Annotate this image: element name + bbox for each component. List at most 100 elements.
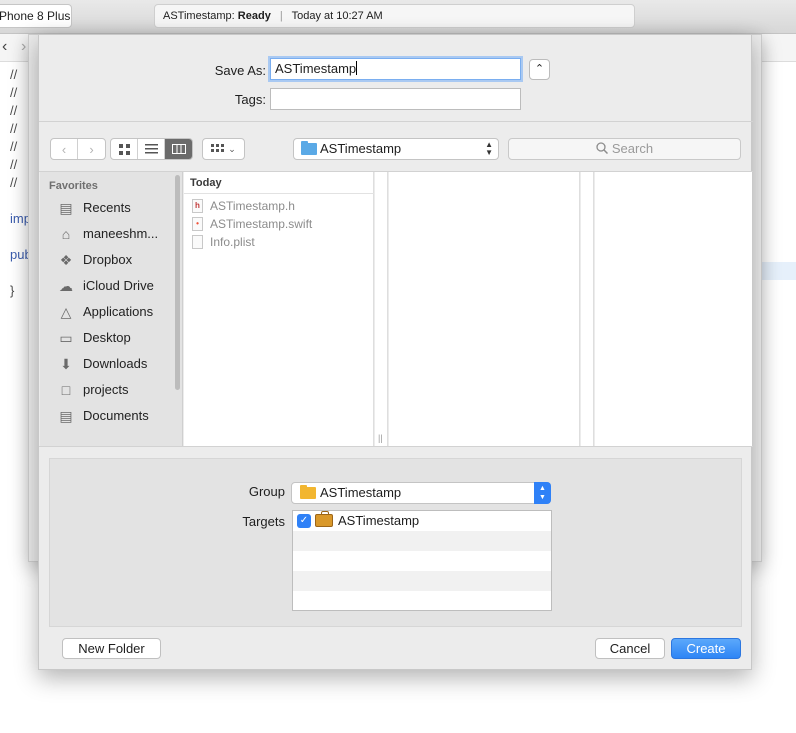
- column-view-button[interactable]: [165, 139, 192, 159]
- save-as-value: ASTimestamp: [275, 61, 357, 76]
- activity-separator: |: [279, 10, 283, 22]
- arrange-button[interactable]: ⌄: [203, 139, 244, 159]
- forward-button[interactable]: ›: [78, 139, 105, 159]
- empty-row: [293, 571, 551, 591]
- create-button[interactable]: Create: [671, 638, 741, 659]
- sidebar-item-label: Documents: [83, 408, 149, 423]
- columns-icon: [171, 144, 186, 154]
- sidebar-item-icloud-drive[interactable]: ☁ iCloud Drive: [57, 275, 177, 297]
- applications-icon: △: [60, 304, 72, 320]
- code-line: //: [10, 67, 18, 82]
- sidebar-item-label: Desktop: [83, 330, 131, 345]
- back-button[interactable]: ‹: [51, 139, 78, 159]
- location-popup[interactable]: ASTimestamp ▲ ▼: [293, 138, 499, 160]
- column-gap: [581, 172, 594, 446]
- empty-row: [293, 531, 551, 551]
- code-line: //: [10, 157, 18, 172]
- list-view-button[interactable]: [138, 139, 165, 159]
- documents-icon: ▤: [59, 408, 73, 424]
- plist-file-icon: [192, 235, 203, 249]
- file-name: ASTimestamp.swift: [210, 217, 313, 231]
- target-label: ASTimestamp: [338, 513, 420, 528]
- code-line: //: [10, 85, 18, 100]
- desktop-icon: ▭: [59, 330, 73, 346]
- swift-file-icon: •: [192, 217, 203, 231]
- target-row[interactable]: ✓ ASTimestamp: [293, 511, 551, 531]
- chevron-up-icon: ⌃: [534, 63, 545, 75]
- checkbox-checked-icon[interactable]: ✓: [297, 514, 311, 528]
- briefcase-icon: [315, 511, 333, 527]
- group-value: ASTimestamp: [320, 485, 402, 500]
- chevron-right-icon[interactable]: ›: [21, 38, 26, 56]
- code-line: //: [10, 175, 18, 190]
- magnifier-icon: [596, 142, 608, 155]
- sidebar-header: Favorites: [49, 180, 98, 192]
- icon-view-button[interactable]: [111, 139, 138, 159]
- code-line: }: [10, 283, 15, 298]
- cloud-icon: ☁: [59, 278, 73, 294]
- column-gap: [375, 172, 388, 446]
- chevron-right-icon: ›: [89, 141, 94, 157]
- back-forward-buttons: ‹ ›: [50, 138, 106, 160]
- tags-field[interactable]: [270, 88, 521, 110]
- divider: [39, 446, 753, 447]
- sidebar-item-label: Downloads: [83, 356, 148, 371]
- sidebar-scrollbar[interactable]: [175, 175, 180, 390]
- column-header: Today: [184, 172, 374, 194]
- file-name: ASTimestamp.h: [210, 199, 295, 213]
- chevron-left-icon[interactable]: ‹: [2, 38, 7, 56]
- code-line: //: [10, 139, 18, 154]
- xcode-toolbar: Phone 8 Plus ASTimestamp: Ready | Today …: [0, 0, 796, 34]
- sidebar-item-label: maneeshm...: [83, 226, 159, 241]
- sidebar-item-label: Recents: [83, 200, 131, 215]
- sidebar-item-projects[interactable]: □ projects: [57, 379, 177, 401]
- sidebar-item-label: Dropbox: [83, 252, 133, 267]
- divider: [39, 121, 753, 122]
- tags-label: Tags:: [234, 92, 266, 107]
- sidebar-item-home[interactable]: ⌂ maneeshm...: [57, 223, 177, 245]
- activity-viewer: ASTimestamp: Ready | Today at 10:27 AM: [154, 4, 635, 28]
- search-field[interactable]: Search: [508, 138, 741, 160]
- activity-project-name: ASTimestamp:: [163, 10, 235, 22]
- arrange-button-group: ⌄: [202, 138, 245, 160]
- search-placeholder: Search: [611, 141, 654, 156]
- targets-list: ✓ ASTimestamp: [292, 510, 552, 611]
- text-caret: [356, 61, 358, 75]
- code-line: //: [10, 121, 18, 136]
- empty-column: [389, 172, 580, 446]
- empty-row: [293, 591, 551, 611]
- xcode-window: Phone 8 Plus ASTimestamp: Ready | Today …: [0, 0, 796, 733]
- empty-column: [595, 172, 752, 446]
- file-item[interactable]: • ASTimestamp.swift: [192, 215, 312, 233]
- sidebar-item-label: iCloud Drive: [83, 278, 154, 293]
- cancel-button[interactable]: Cancel: [595, 638, 665, 659]
- downloads-icon: ⬇: [60, 356, 72, 372]
- activity-status: Ready: [237, 10, 271, 22]
- sidebar-item-downloads[interactable]: ⬇ Downloads: [57, 353, 177, 375]
- folder-icon: [300, 485, 316, 499]
- folder-icon: [301, 141, 317, 155]
- sidebar-item-applications[interactable]: △ Applications: [57, 301, 177, 323]
- file-item[interactable]: Info.plist: [192, 233, 255, 251]
- activity-time: Today at 10:27 AM: [291, 10, 383, 22]
- scheme-selector[interactable]: Phone 8 Plus: [0, 4, 72, 28]
- sidebar-item-desktop[interactable]: ▭ Desktop: [57, 327, 177, 349]
- sidebar-item-recents[interactable]: ▤ Recents: [57, 197, 177, 219]
- new-folder-button[interactable]: New Folder: [62, 638, 161, 659]
- group-label: Group: [248, 484, 285, 499]
- header-file-icon: h: [192, 199, 203, 213]
- chevron-down-icon: ⌄: [228, 143, 236, 154]
- dropbox-icon: ❖: [59, 252, 73, 268]
- file-item[interactable]: h ASTimestamp.h: [192, 197, 295, 215]
- chevron-left-icon: ‹: [61, 141, 67, 157]
- sidebar-item-label: Applications: [83, 304, 154, 319]
- sidebar-item-dropbox[interactable]: ❖ Dropbox: [57, 249, 177, 271]
- save-as-field[interactable]: ASTimestamp: [270, 58, 521, 80]
- collapse-browser-button[interactable]: ⌃: [529, 59, 550, 80]
- group-popup[interactable]: ASTimestamp ▲ ▼: [291, 482, 551, 504]
- view-mode-buttons: [110, 138, 193, 160]
- arrange-grid-icon: [211, 144, 225, 152]
- sidebar-item-documents[interactable]: ▤ Documents: [57, 405, 177, 427]
- column-resize-handle[interactable]: ||: [378, 433, 383, 443]
- save-sheet: Save As: ASTimestamp ⌃ Tags: ‹ › ⌄ ASTim…: [38, 34, 753, 670]
